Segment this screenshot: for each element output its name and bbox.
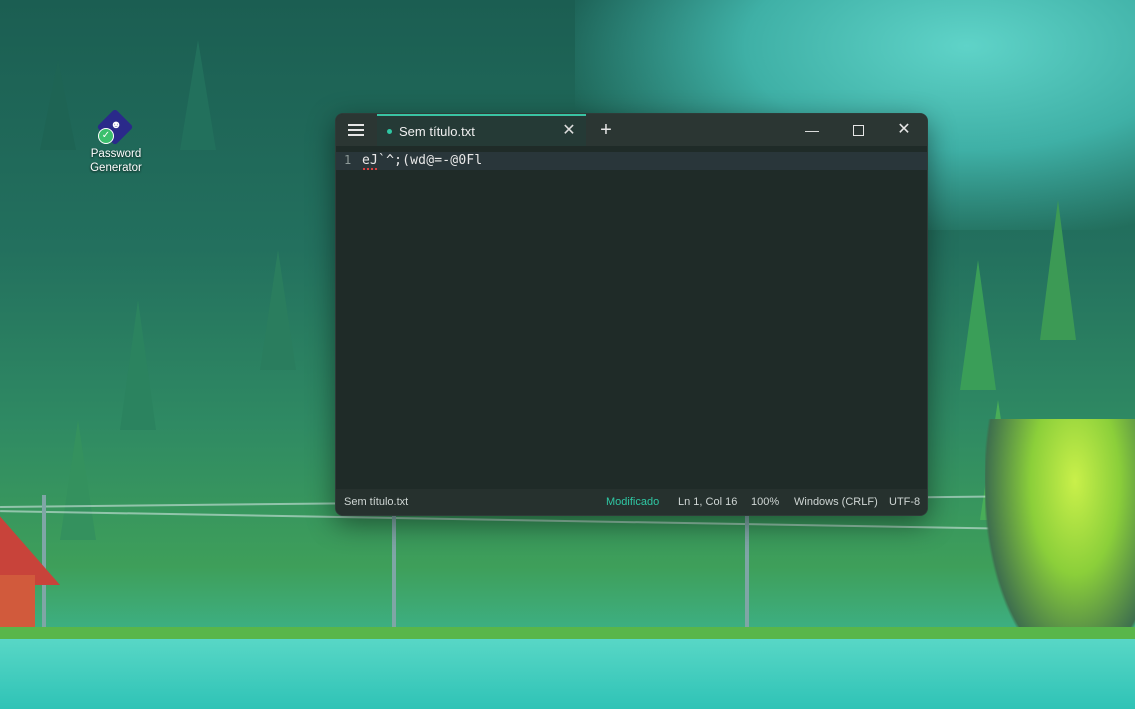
wallpaper-tree — [260, 250, 296, 370]
wallpaper-house — [0, 505, 60, 630]
tab-title: Sem título.txt — [399, 124, 475, 139]
wallpaper-tree — [180, 40, 216, 150]
status-encoding[interactable]: UTF-8 — [889, 496, 920, 508]
tab-close-icon[interactable]: ✕ — [560, 122, 578, 140]
line-text[interactable]: eJ`^;(wd@=-@0Fl — [362, 153, 482, 168]
status-file-name: Sem título.txt — [344, 496, 409, 508]
password-generator-icon: ☻ ✓ — [96, 108, 134, 146]
wallpaper-tree — [120, 300, 156, 430]
title-bar: Sem título.txt ✕ + — ✕ — [336, 114, 927, 146]
tab-sem-titulo[interactable]: Sem título.txt ✕ — [377, 114, 586, 146]
wallpaper-tree — [40, 60, 76, 150]
notepad-window: Sem título.txt ✕ + — ✕ 1 eJ`^;(wd@=-@0Fl… — [335, 113, 928, 516]
hamburger-icon[interactable] — [344, 120, 370, 140]
editor-line[interactable]: 1 eJ`^;(wd@=-@0Fl — [336, 152, 927, 170]
maximize-icon — [852, 124, 864, 136]
wallpaper-water — [0, 639, 1135, 709]
desktop-icon-password-generator[interactable]: ☻ ✓ Password Generator — [85, 108, 147, 175]
line-number: 1 — [344, 153, 352, 167]
wallpaper-tree — [1040, 200, 1076, 340]
close-button[interactable]: ✕ — [889, 118, 919, 142]
status-cursor-position[interactable]: Ln 1, Col 16 — [678, 496, 737, 508]
status-bar: Sem título.txt Modificado Ln 1, Col 16 1… — [336, 489, 927, 515]
unsaved-dot-icon — [387, 129, 392, 134]
check-icon: ✓ — [98, 128, 114, 144]
spellcheck-underline — [363, 168, 379, 170]
desktop-icon-label: Password Generator — [90, 148, 142, 174]
status-line-ending[interactable]: Windows (CRLF) — [794, 496, 878, 508]
text-editor[interactable]: 1 eJ`^;(wd@=-@0Fl — [336, 146, 927, 489]
wallpaper-tree — [60, 420, 96, 540]
status-modified: Modificado — [606, 496, 660, 508]
maximize-button[interactable] — [843, 118, 873, 142]
new-tab-button[interactable]: + — [594, 118, 618, 142]
wallpaper-tree — [960, 260, 996, 390]
status-zoom[interactable]: 100% — [751, 496, 779, 508]
minimize-button[interactable]: — — [797, 118, 827, 142]
